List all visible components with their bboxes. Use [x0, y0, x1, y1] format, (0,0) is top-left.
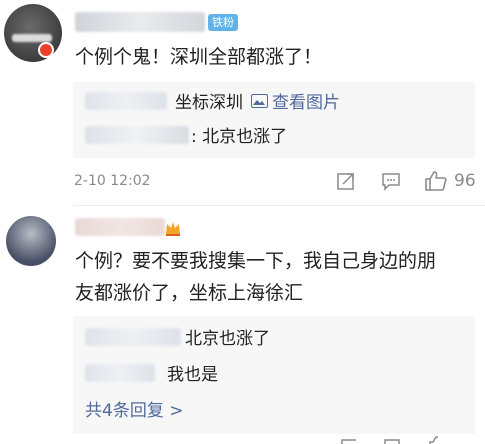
comment-text-line-2: 友都涨价了，坐标上海徐汇 [75, 282, 304, 304]
comment-1: 铁粉 个例个鬼！深圳全部都涨了！ 坐标深圳 查看图片 : 北京也涨了 2-10 … [0, 0, 485, 205]
reply-text: 我也是 [167, 365, 218, 385]
reply-text: 坐标深圳 [175, 93, 243, 113]
thumbs-up-icon [425, 171, 447, 191]
reply-username[interactable] [85, 91, 167, 110]
avatar[interactable] [6, 216, 56, 266]
reply-item[interactable]: 我也是 [85, 360, 218, 385]
share-button[interactable] [336, 171, 356, 191]
verified-badge-icon [38, 42, 54, 58]
like-button[interactable] [428, 436, 448, 444]
username[interactable] [75, 12, 205, 36]
share-button[interactable] [340, 438, 358, 444]
comment-2: 个例？要不要我搜集一下，我自己身边的朋 友都涨价了，坐标上海徐汇 北京也涨了 我… [0, 206, 485, 444]
reply-item[interactable]: 坐标深圳 查看图片 [85, 88, 340, 113]
comment-button[interactable] [383, 438, 401, 444]
comment-icon [382, 173, 400, 191]
reply-text: : 北京也涨了 [191, 127, 288, 147]
reply-username[interactable] [85, 363, 155, 382]
reply-username[interactable] [85, 125, 189, 144]
share-icon [341, 439, 356, 444]
share-icon [337, 173, 354, 190]
reply-box[interactable]: 北京也涨了 我也是 共4条回复 > [73, 316, 475, 434]
more-replies-link[interactable]: 共4条回复 > [85, 396, 183, 421]
comment-text: 个例个鬼！深圳全部都涨了！ [75, 46, 323, 68]
comment-text-line-1: 个例？要不要我搜集一下，我自己身边的朋 [75, 250, 437, 272]
reply-item[interactable]: 北京也涨了 [85, 324, 270, 349]
like-count: 96 [454, 171, 476, 191]
reply-box[interactable]: 坐标深圳 查看图片 : 北京也涨了 [73, 82, 475, 158]
image-icon[interactable] [251, 93, 268, 108]
comment-timestamp: 2-10 12:02 [74, 173, 151, 189]
avatar[interactable] [4, 4, 62, 62]
comment-button[interactable] [381, 171, 401, 191]
like-button[interactable]: 96 [424, 170, 476, 192]
reply-item[interactable]: : 北京也涨了 [85, 122, 287, 147]
crown-badge-icon [164, 219, 182, 237]
reply-username[interactable] [85, 327, 181, 346]
view-image-link[interactable]: 查看图片 [272, 88, 340, 113]
reply-text: 北京也涨了 [185, 329, 270, 349]
fan-badge: 铁粉 [208, 14, 238, 31]
comment-icon [384, 439, 400, 444]
username[interactable] [75, 218, 165, 240]
thumbs-up-icon [429, 436, 438, 444]
